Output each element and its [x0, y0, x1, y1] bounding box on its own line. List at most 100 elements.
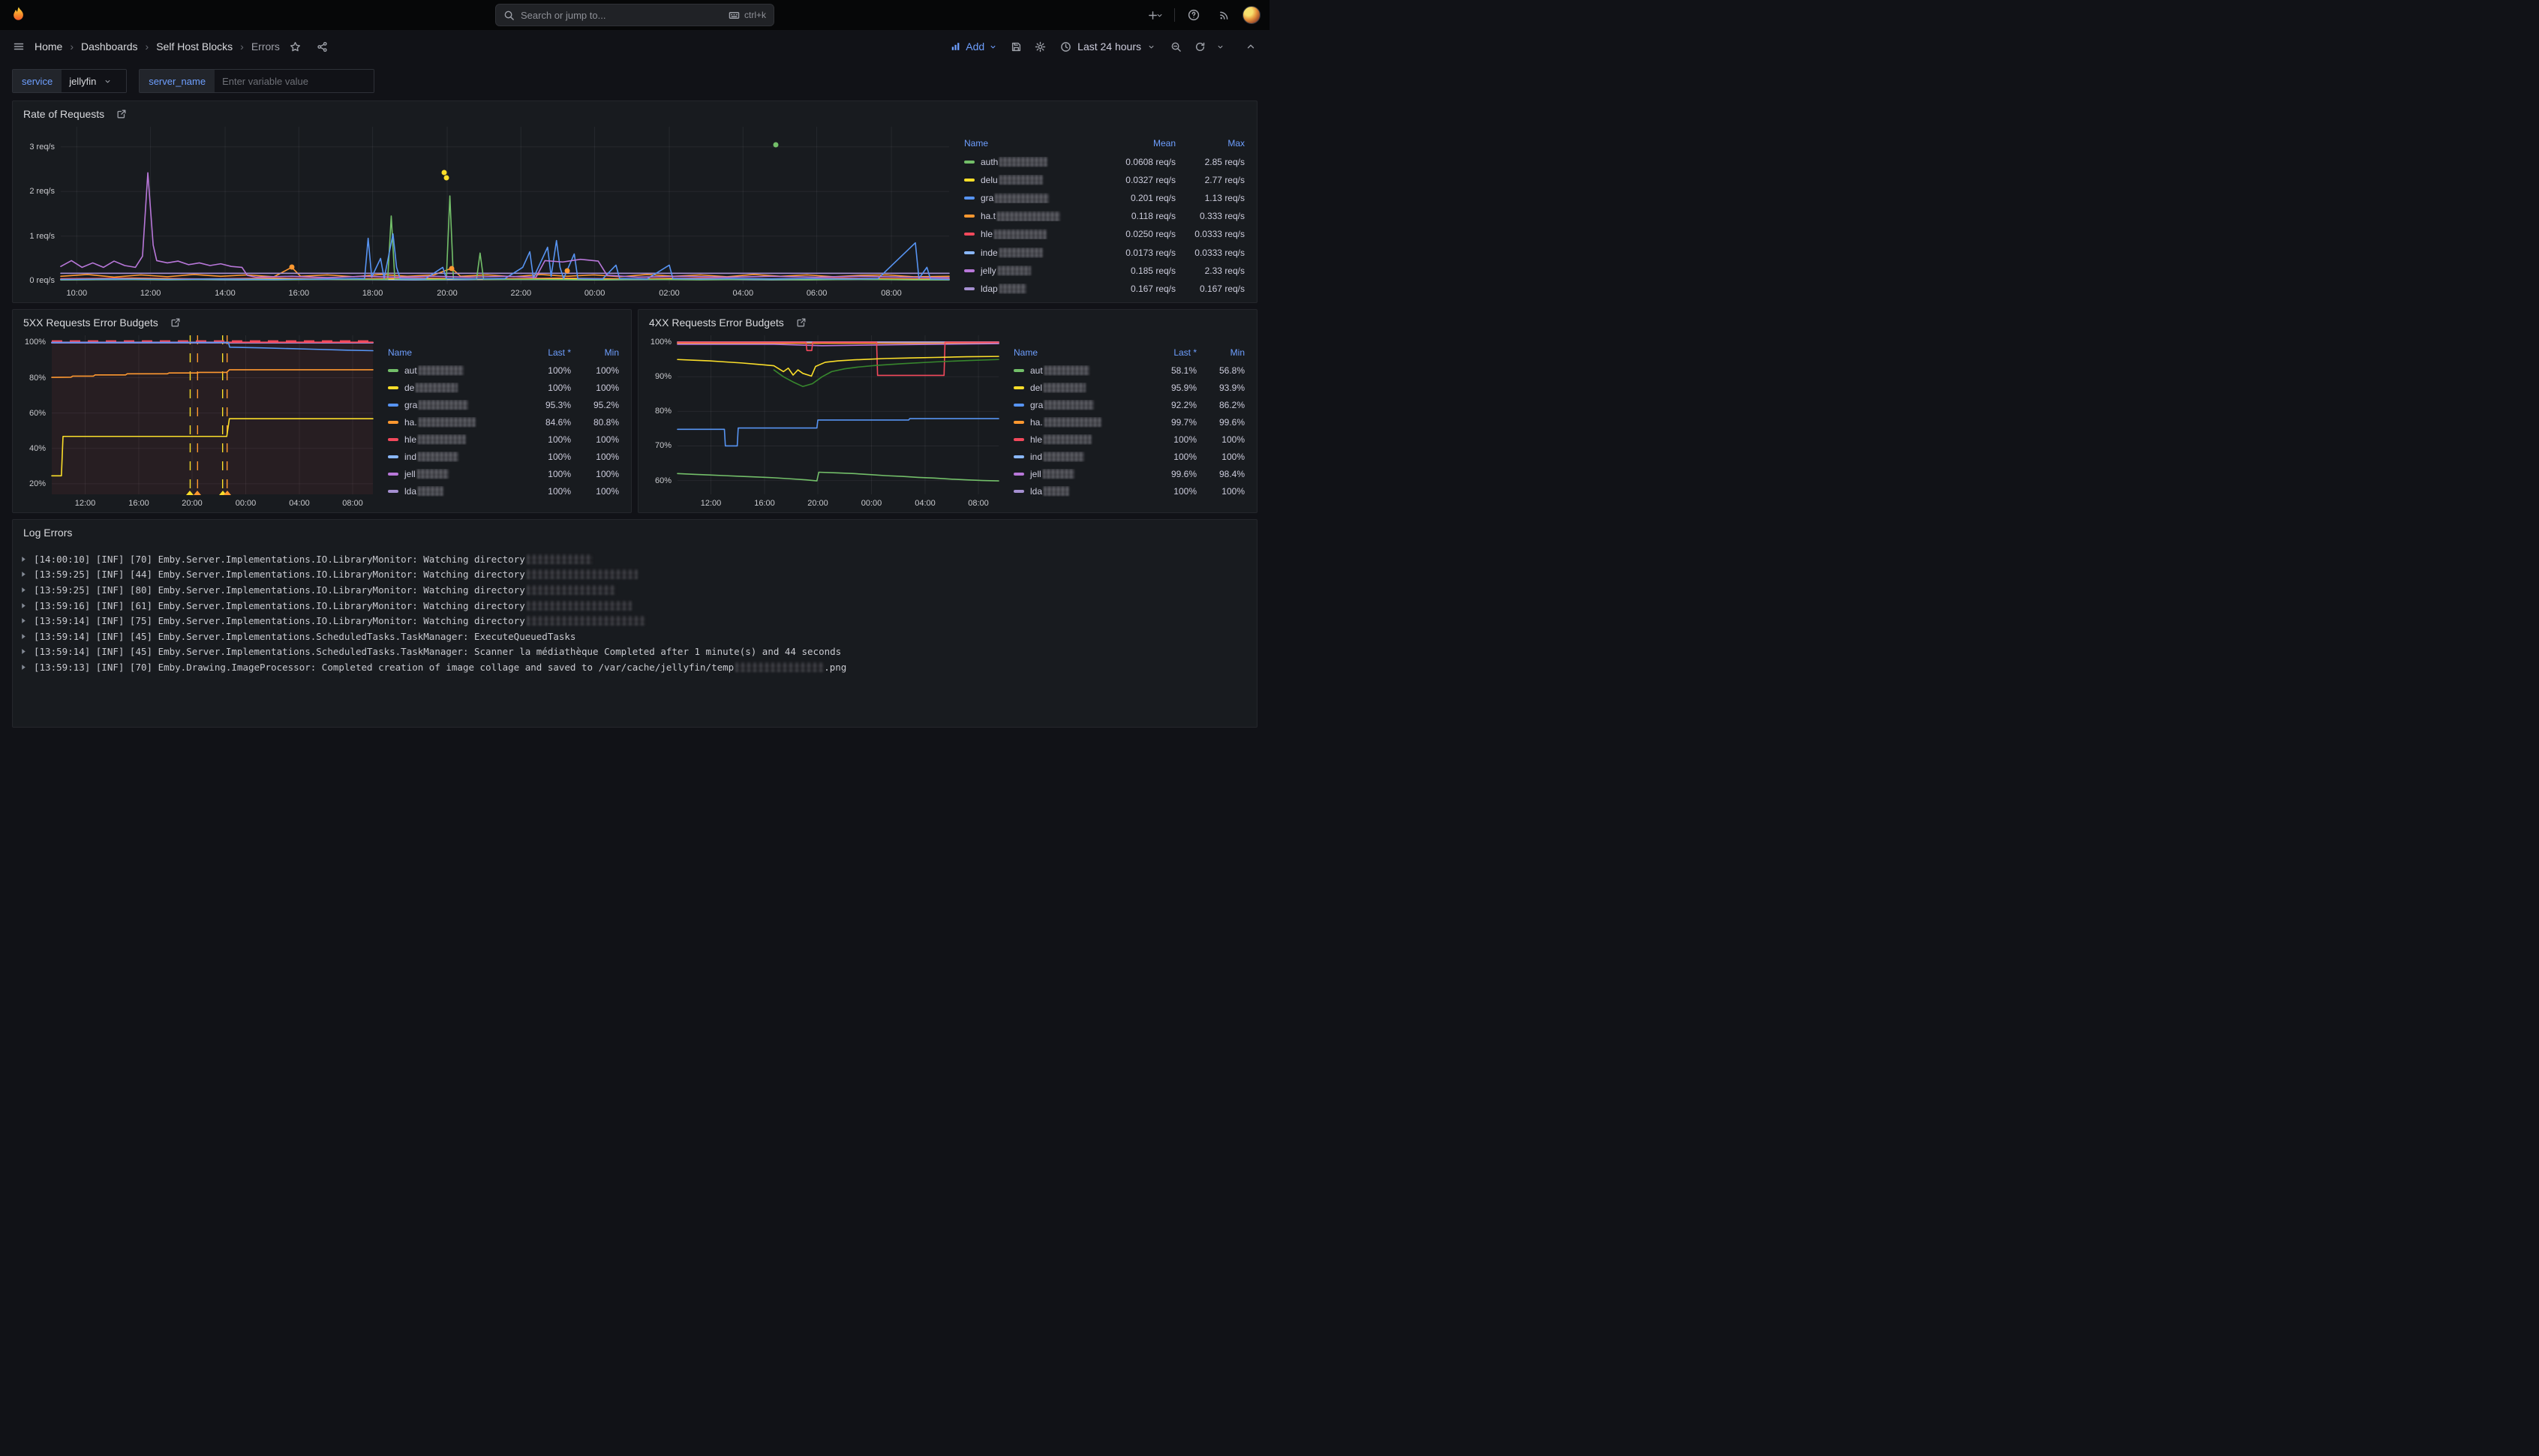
- expand-caret-icon[interactable]: [20, 571, 27, 578]
- series-name[interactable]: ldap: [964, 284, 1092, 294]
- zoom-out-button[interactable]: [1164, 35, 1187, 58]
- legend-header-last[interactable]: Last *: [515, 347, 571, 358]
- log-row[interactable]: [13:59:14] [INF] [75] Emby.Server.Implem…: [20, 613, 1246, 629]
- legend-header-last[interactable]: Last *: [1141, 347, 1197, 358]
- dashboard-settings-button[interactable]: [1029, 35, 1051, 58]
- series-name[interactable]: ind: [1014, 452, 1141, 462]
- series-name[interactable]: hle: [964, 229, 1092, 239]
- legend-row[interactable]: ha. 84.6% 80.8%: [388, 413, 619, 431]
- external-link-icon[interactable]: [170, 317, 181, 328]
- legend-row[interactable]: delu 0.0327 req/s 2.77 req/s: [964, 171, 1245, 189]
- legend-row[interactable]: ind 100% 100%: [1014, 448, 1245, 465]
- series-name[interactable]: gra: [388, 400, 515, 410]
- expand-caret-icon[interactable]: [20, 587, 27, 593]
- expand-caret-icon[interactable]: [20, 617, 27, 624]
- chart-plot-area[interactable]: [52, 335, 373, 494]
- search-input[interactable]: Search or jump to... ctrl+k: [495, 4, 774, 26]
- kiosk-mode-button[interactable]: [1239, 35, 1262, 58]
- new-button[interactable]: [1144, 4, 1167, 26]
- series-name[interactable]: ha.t: [964, 211, 1092, 221]
- legend-row[interactable]: auth 0.0608 req/s 2.85 req/s: [964, 153, 1245, 171]
- legend-header-name[interactable]: Name: [388, 347, 515, 358]
- legend-row[interactable]: ha.t 0.118 req/s 0.333 req/s: [964, 207, 1245, 225]
- series-name[interactable]: aut: [1014, 365, 1141, 376]
- series-name[interactable]: hle: [388, 434, 515, 445]
- series-name[interactable]: jelly: [964, 266, 1092, 276]
- breadcrumb-item[interactable]: Dashboards: [62, 41, 137, 53]
- series-name[interactable]: jell: [388, 469, 515, 479]
- panel-title[interactable]: Rate of Requests: [23, 108, 104, 120]
- series-name[interactable]: gra: [964, 193, 1092, 203]
- log-row[interactable]: [13:59:14] [INF] [45] Emby.Server.Implem…: [20, 629, 1246, 644]
- breadcrumb-item[interactable]: Errors: [233, 41, 280, 53]
- legend-row[interactable]: jell 100% 100%: [388, 465, 619, 482]
- log-row[interactable]: [14:00:10] [INF] [70] Emby.Server.Implem…: [20, 551, 1246, 567]
- log-row[interactable]: [13:59:14] [INF] [45] Emby.Server.Implem…: [20, 644, 1246, 660]
- series-name[interactable]: jell: [1014, 469, 1141, 479]
- expand-caret-icon[interactable]: [20, 664, 27, 671]
- series-name[interactable]: ind: [388, 452, 515, 462]
- breadcrumb-item[interactable]: Home: [35, 41, 62, 53]
- legend-row[interactable]: hle 0.0250 req/s 0.0333 req/s: [964, 225, 1245, 243]
- panel-title[interactable]: 5XX Requests Error Budgets: [23, 317, 158, 329]
- series-name[interactable]: gra: [1014, 400, 1141, 410]
- legend-row[interactable]: aut 58.1% 56.8%: [1014, 362, 1245, 379]
- breadcrumb-item[interactable]: Self Host Blocks: [138, 41, 233, 53]
- legend-row[interactable]: lda 100% 100%: [388, 482, 619, 500]
- expand-caret-icon[interactable]: [20, 648, 27, 655]
- grafana-logo-icon[interactable]: [9, 5, 29, 25]
- series-name[interactable]: lda: [1014, 486, 1141, 497]
- legend-row[interactable]: hle 100% 100%: [1014, 431, 1245, 448]
- legend-header-max[interactable]: Max: [1176, 138, 1245, 149]
- refresh-interval-button[interactable]: [1212, 35, 1227, 58]
- external-link-icon[interactable]: [116, 109, 127, 119]
- series-name[interactable]: lda: [388, 486, 515, 497]
- legend-row[interactable]: ldap 0.167 req/s 0.167 req/s: [964, 280, 1245, 298]
- legend-row[interactable]: lda 100% 100%: [1014, 482, 1245, 500]
- share-button[interactable]: [311, 35, 334, 58]
- series-name[interactable]: ha.: [1014, 417, 1141, 428]
- legend-row[interactable]: ind 100% 100%: [388, 448, 619, 465]
- refresh-button[interactable]: [1188, 35, 1211, 58]
- series-name[interactable]: del: [1014, 383, 1141, 393]
- series-name[interactable]: ha.: [388, 417, 515, 428]
- legend-row[interactable]: gra 0.201 req/s 1.13 req/s: [964, 189, 1245, 207]
- series-name[interactable]: aut: [388, 365, 515, 376]
- mega-menu-button[interactable]: [8, 35, 30, 58]
- legend-row[interactable]: de 100% 100%: [388, 379, 619, 396]
- news-button[interactable]: [1212, 4, 1235, 26]
- legend-row[interactable]: gra 92.2% 86.2%: [1014, 396, 1245, 413]
- chart-plot-area[interactable]: [678, 335, 999, 494]
- add-panel-button[interactable]: Add: [945, 35, 1003, 58]
- variable-server-name-input[interactable]: [215, 70, 374, 92]
- series-name[interactable]: de: [388, 383, 515, 393]
- legend-row[interactable]: aut 100% 100%: [388, 362, 619, 379]
- panel-title[interactable]: Log Errors: [23, 527, 72, 539]
- expand-caret-icon[interactable]: [20, 602, 27, 609]
- legend-row[interactable]: gra 95.3% 95.2%: [388, 396, 619, 413]
- user-avatar[interactable]: [1242, 6, 1260, 24]
- log-row[interactable]: [13:59:25] [INF] [80] Emby.Server.Implem…: [20, 582, 1246, 598]
- variable-service-select[interactable]: jellyfin: [62, 70, 126, 92]
- favorite-button[interactable]: [284, 35, 307, 58]
- time-range-picker[interactable]: Last 24 hours: [1053, 35, 1163, 58]
- legend-header-mean[interactable]: Mean: [1092, 138, 1176, 149]
- log-row[interactable]: [13:59:13] [INF] [70] Emby.Drawing.Image…: [20, 659, 1246, 675]
- legend-header-min[interactable]: Min: [1197, 347, 1245, 358]
- log-row[interactable]: [13:59:16] [INF] [61] Emby.Server.Implem…: [20, 598, 1246, 614]
- expand-caret-icon[interactable]: [20, 556, 27, 563]
- panel-title[interactable]: 4XX Requests Error Budgets: [649, 317, 784, 329]
- series-name[interactable]: auth: [964, 157, 1092, 167]
- legend-row[interactable]: hle 100% 100%: [388, 431, 619, 448]
- log-row[interactable]: [13:59:25] [INF] [44] Emby.Server.Implem…: [20, 567, 1246, 583]
- help-button[interactable]: [1182, 4, 1205, 26]
- save-dashboard-button[interactable]: [1005, 35, 1027, 58]
- expand-caret-icon[interactable]: [20, 633, 27, 640]
- legend-header-name[interactable]: Name: [1014, 347, 1141, 358]
- legend-row[interactable]: inde 0.0173 req/s 0.0333 req/s: [964, 244, 1245, 262]
- legend-header-name[interactable]: Name: [964, 138, 1092, 149]
- legend-header-min[interactable]: Min: [571, 347, 619, 358]
- series-name[interactable]: delu: [964, 175, 1092, 185]
- series-name[interactable]: hle: [1014, 434, 1141, 445]
- legend-row[interactable]: jell 99.6% 98.4%: [1014, 465, 1245, 482]
